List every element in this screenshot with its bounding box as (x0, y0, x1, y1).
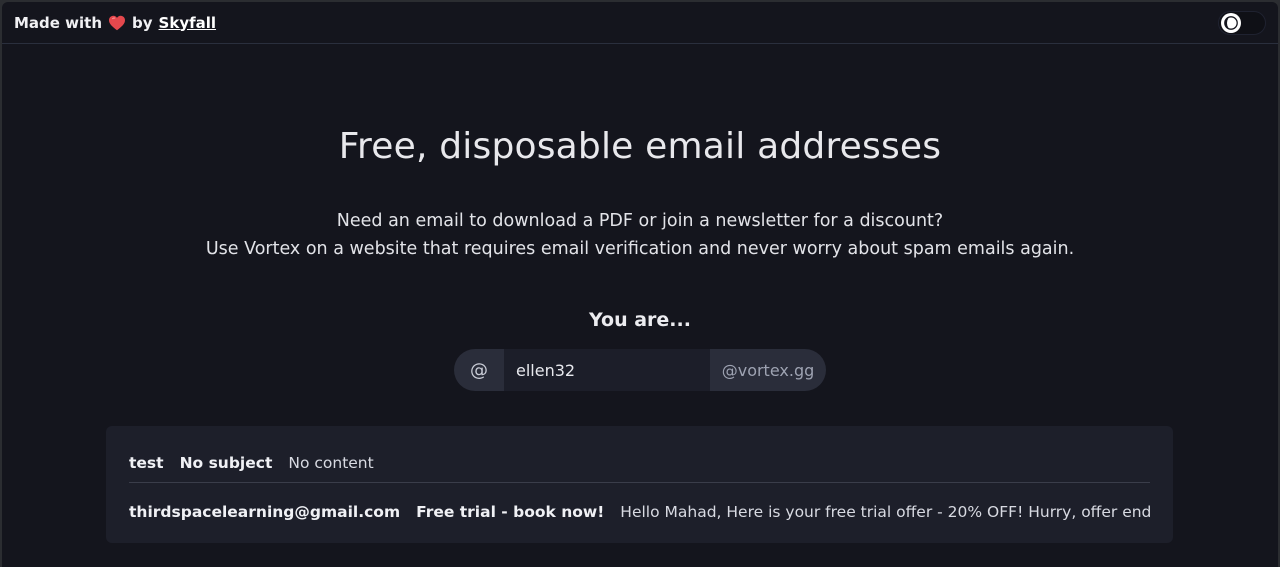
email-row[interactable]: test No subject No content (129, 426, 1150, 483)
heart-icon (108, 15, 126, 31)
email-content: Hello Mahad, Here is your free trial off… (620, 503, 1150, 521)
moon-icon (1221, 12, 1241, 33)
email-address-group: @ @vortex.gg (454, 349, 826, 391)
you-are-label: You are... (589, 309, 691, 331)
email-subject: Free trial - book now! (416, 503, 605, 521)
at-symbol: @ (470, 359, 488, 381)
top-bar: Made with by Skyfall (2, 2, 1278, 44)
description: Need an email to download a PDF or join … (2, 207, 1278, 263)
credit-line: Made with by Skyfall (14, 14, 216, 32)
email-from: test (129, 454, 164, 472)
app-window: Made with by Skyfall Free, disposable em… (2, 2, 1278, 567)
theme-toggle[interactable] (1218, 10, 1266, 35)
inbox-panel: test No subject No content thirdspacelea… (106, 426, 1173, 543)
email-row[interactable]: thirdspacelearning@gmail.com Free trial … (129, 483, 1150, 533)
description-line-2: Use Vortex on a website that requires em… (205, 239, 1075, 259)
email-content: No content (288, 454, 374, 472)
page-title: Free, disposable email addresses (338, 126, 942, 167)
email-from: thirdspacelearning@gmail.com (129, 503, 401, 521)
by-text: by (132, 13, 153, 32)
description-line-1: Need an email to download a PDF or join … (336, 211, 944, 231)
author-link[interactable]: Skyfall (159, 14, 217, 32)
hero-section: Free, disposable email addresses Need an… (2, 126, 1278, 391)
email-subject: No subject (179, 454, 273, 472)
username-input[interactable] (504, 349, 710, 391)
made-with-text: Made with (14, 13, 103, 32)
domain-label: @vortex.gg (721, 360, 815, 380)
